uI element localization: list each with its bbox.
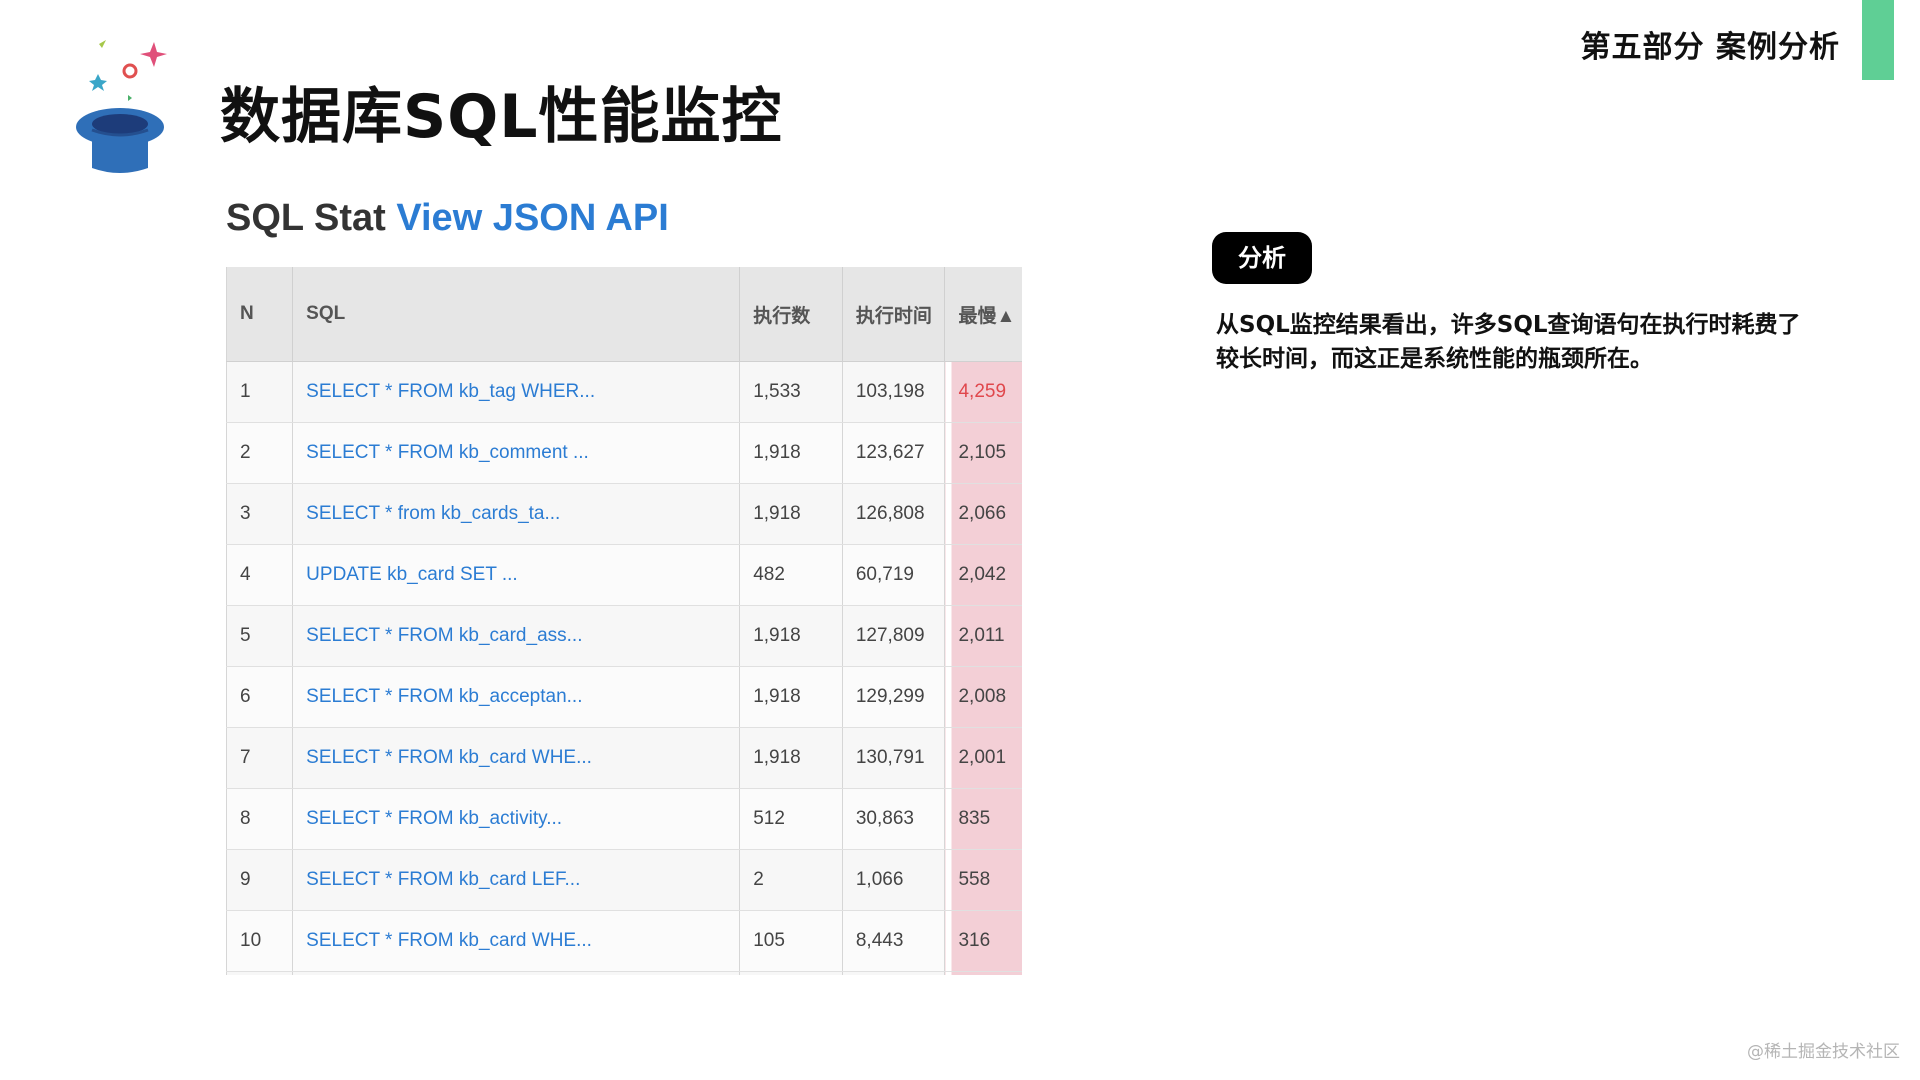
exec-time: 60,719 [841, 544, 945, 606]
table-row: 8 SELECT * FROM kb_activity... 512 30,86… [226, 788, 1022, 850]
row-number: 8 [226, 788, 293, 850]
row-number: 10 [226, 910, 293, 972]
analysis-badge: 分析 [1212, 232, 1312, 284]
magic-hat-logo-icon [68, 36, 178, 181]
slowest-time: 2,008 [958, 686, 1007, 707]
row-number: 4 [226, 544, 293, 606]
table-row: 2 SELECT * FROM kb_comment ... 1,918 123… [226, 422, 1022, 484]
exec-time: 126,808 [841, 483, 945, 545]
exec-time: 130,791 [841, 727, 945, 789]
sql-stat-table-wrap: N SQL 执行数 执行时间 最慢▲ 1 SELECT * FROM kb_ta… [226, 267, 1022, 975]
table-row: 4 UPDATE kb_card SET ... 482 60,719 2,04… [226, 544, 1022, 606]
exec-count: 1,918 [739, 483, 843, 545]
exec-time: 129,299 [841, 666, 945, 728]
analysis-text: 从SQL监控结果看出，许多SQL查询语句在执行时耗费了较长时间，而这正是系统性能… [1216, 312, 1801, 372]
sql-link[interactable]: SELECT * FROM kb_card LEF... [306, 869, 580, 890]
sql-link[interactable]: SELECT * from kb_cards_ta... [306, 503, 560, 524]
sql-stat-panel: SQL Stat View JSON API N SQL 执行数 执行时间 最慢… [226, 193, 1022, 975]
sql-link[interactable]: SELECT * FROM kb_card WHE... [306, 747, 592, 768]
exec-time: 1,066 [841, 849, 945, 911]
exec-time: 8,443 [841, 910, 945, 972]
row-number: 3 [226, 483, 293, 545]
slowest-time: 2,011 [958, 625, 1005, 646]
table-row: 10 SELECT * FROM kb_card WHE... 105 8,44… [226, 910, 1022, 972]
sql-link[interactable]: SELECT * FROM kb_activity... [306, 808, 562, 829]
row-number: 5 [226, 605, 293, 667]
slowest-time: 2,066 [958, 503, 1007, 524]
column-header-slowest[interactable]: 最慢▲ [944, 267, 1022, 362]
slowest-time: 835 [958, 808, 991, 829]
column-header-sql[interactable]: SQL [292, 267, 740, 362]
exec-time: 127,809 [841, 605, 945, 667]
sql-link[interactable]: SELECT * FROM kb_card_ass... [306, 625, 582, 646]
exec-time: 103,198 [841, 361, 945, 423]
exec-count: 105 [739, 910, 843, 972]
slowest-time: 558 [958, 869, 991, 890]
sql-link[interactable]: SELECT * FROM kb_tag WHER... [306, 381, 595, 402]
exec-count: 2 [739, 849, 843, 911]
table-row-partial [226, 971, 1022, 975]
exec-count: 482 [739, 544, 843, 606]
slowest-time: 4,259 [958, 381, 1007, 402]
exec-count: 1,918 [739, 727, 843, 789]
watermark: @稀土掘金技术社区 [1747, 1042, 1900, 1062]
sql-link[interactable]: SELECT * FROM kb_comment ... [306, 442, 589, 463]
table-row: 7 SELECT * FROM kb_card WHE... 1,918 130… [226, 727, 1022, 789]
column-header-time[interactable]: 执行时间 [841, 267, 945, 362]
view-json-api-link[interactable]: View JSON API [396, 197, 668, 239]
sql-link[interactable]: SELECT * FROM kb_acceptan... [306, 686, 582, 707]
slowest-time: 2,105 [958, 442, 1007, 463]
sql-stat-table: N SQL 执行数 执行时间 最慢▲ 1 SELECT * FROM kb_ta… [226, 267, 1022, 975]
sql-link[interactable]: SELECT * FROM kb_card WHE... [306, 930, 592, 951]
table-row: 3 SELECT * from kb_cards_ta... 1,918 126… [226, 483, 1022, 545]
exec-count: 1,918 [739, 666, 843, 728]
row-number: 1 [226, 361, 293, 423]
table-row: 6 SELECT * FROM kb_acceptan... 1,918 129… [226, 666, 1022, 728]
section-marker [1862, 0, 1894, 80]
sql-stat-heading-prefix: SQL Stat [226, 197, 397, 239]
column-header-count[interactable]: 执行数 [739, 267, 843, 362]
row-number: 9 [226, 849, 293, 911]
sql-link[interactable]: UPDATE kb_card SET ... [306, 564, 518, 585]
exec-count: 1,918 [739, 605, 843, 667]
table-row: 9 SELECT * FROM kb_card LEF... 2 1,066 5… [226, 849, 1022, 911]
column-header-n[interactable]: N [226, 267, 293, 362]
table-header-row: N SQL 执行数 执行时间 最慢▲ [226, 267, 1022, 362]
row-number: 2 [226, 422, 293, 484]
table-row: 1 SELECT * FROM kb_tag WHER... 1,533 103… [226, 361, 1022, 423]
row-number: 7 [226, 727, 293, 789]
sql-stat-heading: SQL Stat View JSON API [226, 193, 1022, 263]
slowest-time: 2,042 [958, 564, 1007, 585]
row-number: 6 [226, 666, 293, 728]
exec-count: 1,918 [739, 422, 843, 484]
slowest-time: 2,001 [958, 747, 1007, 768]
exec-count: 512 [739, 788, 843, 850]
exec-time: 123,627 [841, 422, 945, 484]
exec-time: 30,863 [841, 788, 945, 850]
exec-count: 1,533 [739, 361, 843, 423]
slowest-time: 316 [958, 930, 991, 951]
table-row: 5 SELECT * FROM kb_card_ass... 1,918 127… [226, 605, 1022, 667]
page-title: 数据库SQL性能监控 [220, 82, 783, 152]
section-label: 第五部分 案例分析 [1580, 30, 1840, 65]
